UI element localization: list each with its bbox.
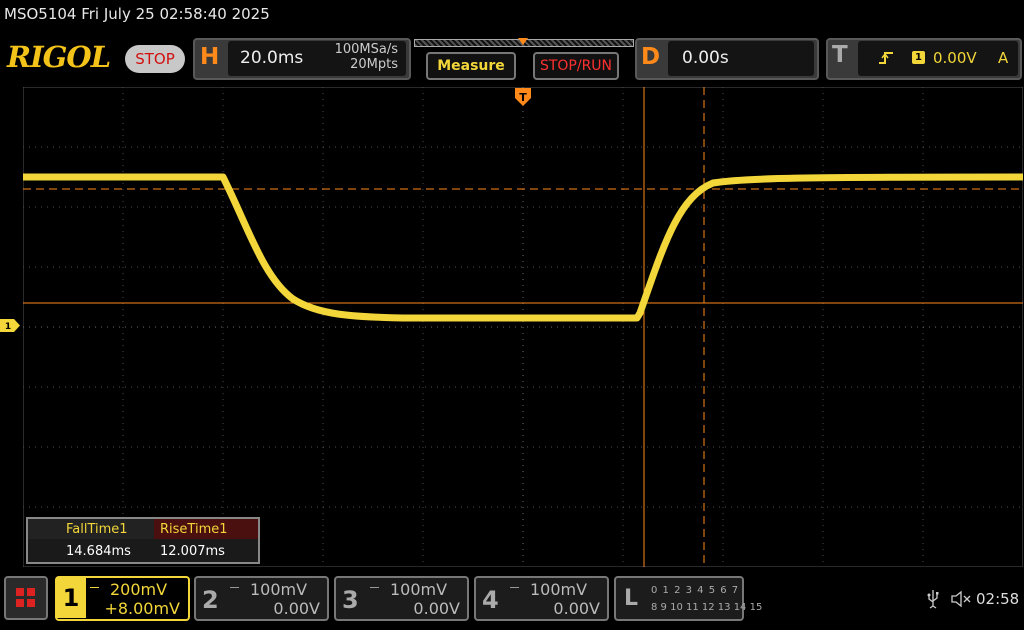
main-menu-button[interactable] [4, 576, 48, 620]
channel-1-marker-label: 1 [5, 322, 11, 332]
channel-2-scale: 100mV [250, 580, 308, 599]
fall-time-value: 14.684ms [66, 544, 131, 559]
rise-time-label: RiseTime1 [160, 522, 228, 537]
dc-coupling-icon: ⎯⎯ [230, 582, 239, 593]
channel-4-number: 4 [482, 586, 499, 614]
clock-time: 02:58 [976, 590, 1020, 608]
la-channels-row-2: 8 9 10 11 12 13 14 15 [651, 602, 763, 613]
rising-edge-icon [879, 52, 893, 64]
channel-1-offset-marker[interactable]: 1 [0, 319, 20, 332]
speaker-muted-icon[interactable] [950, 590, 972, 608]
delay-label: D [641, 44, 661, 70]
channel-1-offset: +8.00mV [104, 599, 180, 618]
dc-coupling-icon: ⎯⎯ [510, 582, 519, 593]
sample-rate-value: 100MSa/s [334, 42, 398, 57]
measure-button[interactable]: Measure [426, 52, 516, 80]
device-title-bar: MSO5104 Fri July 25 02:58:40 2025 [4, 5, 270, 23]
la-channels-row-1: 0 1 2 3 4 5 6 7 [651, 585, 740, 596]
dc-coupling-icon: ⎯⎯ [370, 582, 379, 593]
svg-text:T: T [519, 91, 527, 104]
trigger-label: T [832, 42, 848, 68]
channel-2-number: 2 [202, 586, 219, 614]
channel-4-offset: 0.00V [553, 599, 600, 618]
delay-value: 0.00s [682, 48, 729, 68]
channel-3-number: 3 [342, 586, 359, 614]
channel-4-scale: 100mV [530, 580, 588, 599]
rise-time-value: 12.007ms [160, 544, 225, 559]
dc-coupling-icon: ⎯⎯ [90, 582, 99, 593]
memory-position-marker [518, 38, 528, 45]
trigger-level-value: 0.00V [933, 49, 977, 67]
trigger-mode-value: A [998, 49, 1009, 67]
stop-run-button[interactable]: STOP/RUN [533, 52, 619, 80]
channel-2-offset: 0.00V [273, 599, 320, 618]
usb-icon [927, 590, 939, 609]
trigger-position-marker[interactable]: T [515, 88, 531, 110]
grid-menu-icon [16, 588, 35, 607]
run-state-badge[interactable]: STOP [125, 45, 185, 73]
trigger-source-badge: 1 [912, 51, 925, 64]
channel-1-scale: 200mV [110, 580, 168, 599]
logic-analyzer-label: L [624, 586, 639, 611]
waveform-display[interactable] [23, 87, 1023, 567]
channel-1-number: 1 [56, 577, 86, 618]
time-scale-value: 20.0ms [240, 48, 304, 68]
fall-time-label: FallTime1 [66, 522, 128, 537]
horizontal-label: H [200, 44, 220, 70]
rigol-logo: RIGOL [7, 40, 111, 74]
memory-depth-value: 20Mpts [350, 57, 398, 72]
channel-3-offset: 0.00V [413, 599, 460, 618]
channel-3-scale: 100mV [390, 580, 448, 599]
